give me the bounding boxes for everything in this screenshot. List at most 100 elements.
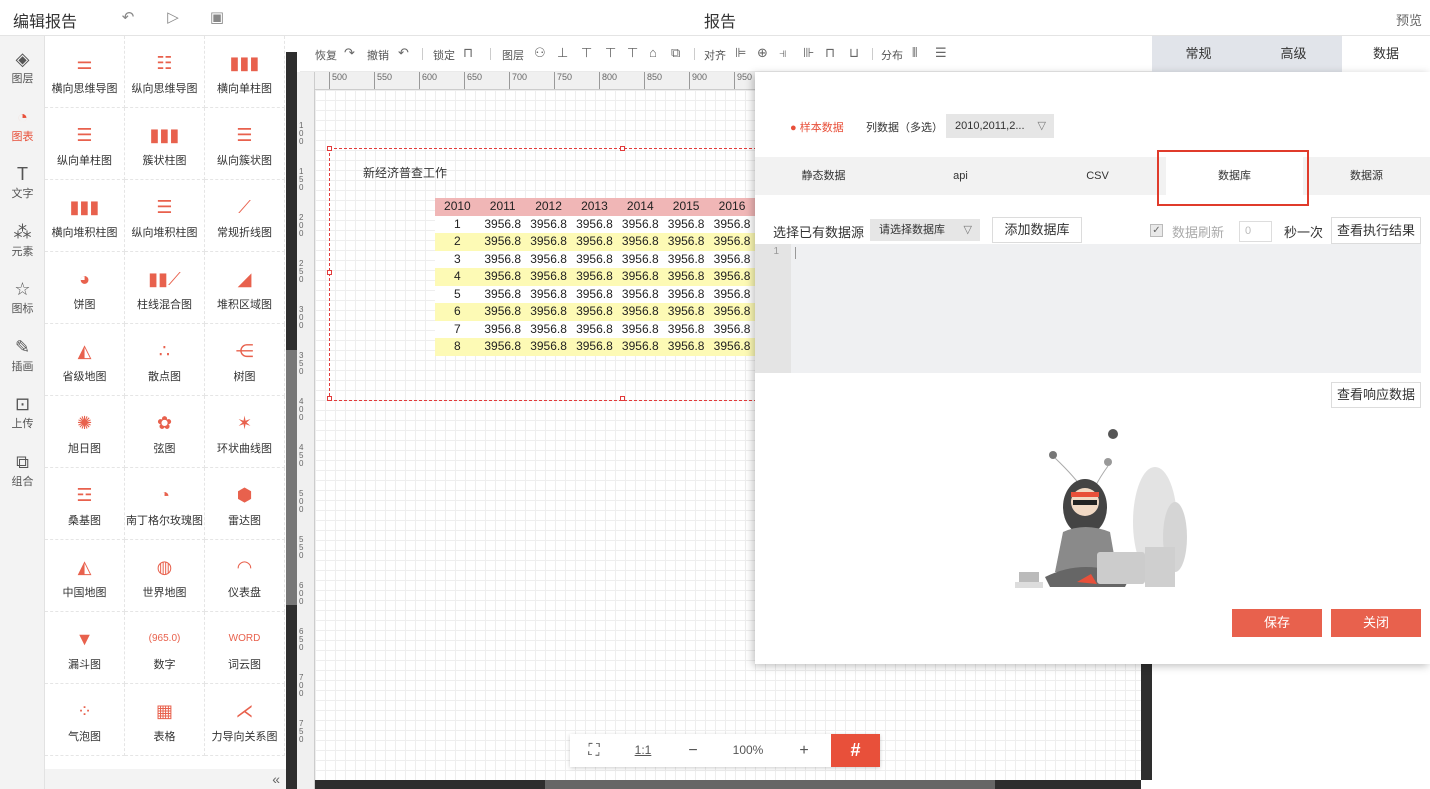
chart-type-item[interactable]: ▮▮▮ 横向单柱图: [205, 36, 285, 108]
left-nav-item-1[interactable]: ◈ 图层: [0, 46, 45, 102]
left-nav-item-5[interactable]: ☆ 图标: [0, 276, 45, 332]
resize-handle[interactable]: [327, 396, 332, 401]
grid-toggle-icon[interactable]: #: [831, 734, 880, 767]
align-center-icon[interactable]: ⊕: [757, 45, 768, 61]
lock-icon[interactable]: ⊓: [463, 45, 473, 61]
chart-type-item[interactable]: ✿ 弦图: [125, 396, 205, 468]
chart-type-item[interactable]: ☰ 纵向簇状图: [205, 108, 285, 180]
chart-type-item[interactable]: ◠ 仪表盘: [205, 540, 285, 612]
chart-type-item[interactable]: ⁘ 气泡图: [45, 684, 125, 756]
zoom-out-button[interactable]: −: [668, 734, 718, 767]
layer-bottom-icon[interactable]: ⊤: [627, 45, 638, 61]
collapse-icon[interactable]: «: [45, 769, 286, 789]
copy-icon[interactable]: ⧉: [671, 45, 680, 61]
left-nav-item-8[interactable]: ⧉ 组合: [0, 449, 45, 505]
tab-general[interactable]: 常规: [1152, 36, 1245, 72]
ring-curve-icon: ✶: [236, 413, 253, 433]
view-response-button[interactable]: 查看响应数据: [1331, 382, 1421, 408]
resize-handle[interactable]: [620, 396, 625, 401]
redo-label[interactable]: 恢复: [315, 47, 337, 63]
actual-size-button[interactable]: 1:1: [618, 734, 668, 767]
fit-screen-icon[interactable]: ⛶: [570, 734, 618, 767]
table-cell: 4: [435, 268, 480, 286]
sql-editor[interactable]: [755, 244, 1421, 373]
undo-label[interactable]: 撤销: [367, 47, 389, 63]
close-button[interactable]: 关闭: [1331, 609, 1421, 637]
chart-type-item[interactable]: ∴ 散点图: [125, 324, 205, 396]
save-icon[interactable]: ▣: [207, 8, 227, 28]
refresh-seconds-input[interactable]: 0: [1239, 221, 1272, 242]
left-nav-item-6[interactable]: ✎ 插画: [0, 334, 45, 390]
chart-type-item[interactable]: ☰ 纵向堆积柱图: [125, 180, 205, 252]
back-icon[interactable]: ↶: [118, 8, 138, 28]
align-right-icon[interactable]: ⫣: [779, 45, 787, 61]
table-cell: 2: [435, 233, 480, 251]
tab-data[interactable]: 数据: [1342, 36, 1430, 72]
table-cell: 3956.8: [479, 303, 526, 321]
chart-type-item[interactable]: ◭ 省级地图: [45, 324, 125, 396]
left-nav-item-3[interactable]: T 文字: [0, 161, 45, 217]
chart-type-item[interactable]: ⋌ 力导向关系图: [205, 684, 285, 756]
tab-csv[interactable]: CSV: [1029, 157, 1166, 195]
left-nav-item-4[interactable]: ⁂ 元素: [0, 219, 45, 275]
chart-type-item[interactable]: ⟋ 常规折线图: [205, 180, 285, 252]
lock-label[interactable]: 锁定: [433, 47, 455, 63]
resize-handle[interactable]: [327, 270, 332, 275]
column-select[interactable]: 2010,2011,2... ▽: [946, 114, 1054, 138]
resize-handle[interactable]: [620, 146, 625, 151]
chart-type-item[interactable]: ▦ 表格: [125, 684, 205, 756]
chart-type-item[interactable]: ⚌ 横向思维导图: [45, 36, 125, 108]
align-bottom-icon[interactable]: ⊔: [849, 45, 859, 61]
chart-type-item[interactable]: ☲ 桑基图: [45, 468, 125, 540]
layer-down-icon[interactable]: ⊤: [605, 45, 616, 61]
tab-static-data[interactable]: 静态数据: [755, 157, 892, 195]
redo-icon[interactable]: ↷: [344, 45, 355, 61]
refresh-checkbox[interactable]: ✓: [1150, 224, 1163, 237]
left-nav-item-2[interactable]: ◔ 图表: [0, 104, 45, 160]
resize-handle[interactable]: [327, 146, 332, 151]
chart-type-item[interactable]: ☰ 纵向单柱图: [45, 108, 125, 180]
chart-type-item[interactable]: (965.0) 数字: [125, 612, 205, 684]
layer-up-icon[interactable]: ⊥: [557, 45, 568, 61]
chart-type-item[interactable]: ⋲ 树图: [205, 324, 285, 396]
chart-type-item[interactable]: ◕ 饼图: [45, 252, 125, 324]
database-select[interactable]: 请选择数据库 ▽: [870, 219, 980, 241]
align-middle-icon[interactable]: ⊪: [803, 45, 814, 61]
play-icon[interactable]: ▷: [163, 8, 183, 28]
align-top-icon[interactable]: ⊓: [825, 45, 835, 61]
chart-type-item[interactable]: ▮▮▮ 簇状柱图: [125, 108, 205, 180]
delete-icon[interactable]: ⌂: [649, 45, 657, 60]
tab-datasource[interactable]: 数据源: [1303, 157, 1430, 195]
undo-icon[interactable]: ↶: [398, 45, 409, 61]
chart-type-item[interactable]: ✶ 环状曲线图: [205, 396, 285, 468]
chart-type-item[interactable]: WORD 词云图: [205, 612, 285, 684]
view-result-button[interactable]: 查看执行结果: [1331, 217, 1421, 244]
distribute-v-icon[interactable]: ☰: [935, 45, 947, 61]
vertical-scroll-thumb[interactable]: [286, 350, 297, 605]
left-nav-item-7[interactable]: ⊡ 上传: [0, 391, 45, 447]
tab-api[interactable]: api: [892, 157, 1029, 195]
zoom-in-button[interactable]: +: [778, 734, 830, 767]
tab-advanced[interactable]: 高级: [1247, 36, 1340, 72]
distribute-h-icon[interactable]: ⫴: [912, 45, 917, 61]
hcluster-bar-icon: ☰: [236, 125, 253, 145]
layer-top-icon[interactable]: ⊤: [581, 45, 592, 61]
horizontal-scroll-thumb[interactable]: [545, 780, 995, 789]
chart-type-item[interactable]: ▮▮⟋ 柱线混合图: [125, 252, 205, 324]
sample-data-tab[interactable]: ● 样本数据: [790, 119, 844, 135]
chart-type-item[interactable]: ☷ 纵向思维导图: [125, 36, 205, 108]
chart-type-item[interactable]: ▮▮▮ 横向堆积柱图: [45, 180, 125, 252]
chart-type-item[interactable]: ◭ 中国地图: [45, 540, 125, 612]
align-left-icon[interactable]: ⊫: [735, 45, 746, 61]
chart-type-item[interactable]: ✺ 旭日图: [45, 396, 125, 468]
chart-type-item[interactable]: ◔ 南丁格尔玫瑰图: [125, 468, 205, 540]
save-button[interactable]: 保存: [1232, 609, 1322, 637]
chart-type-item[interactable]: ▼ 漏斗图: [45, 612, 125, 684]
chart-type-item[interactable]: ◍ 世界地图: [125, 540, 205, 612]
table-cell: 3956.8: [525, 268, 572, 286]
add-database-button[interactable]: 添加数据库: [992, 217, 1082, 243]
layer-group-icon[interactable]: ⚇: [534, 45, 546, 61]
chart-type-item[interactable]: ⬢ 雷达图: [205, 468, 285, 540]
preview-button[interactable]: 预览: [1396, 10, 1422, 29]
chart-type-item[interactable]: ◢ 堆积区域图: [205, 252, 285, 324]
